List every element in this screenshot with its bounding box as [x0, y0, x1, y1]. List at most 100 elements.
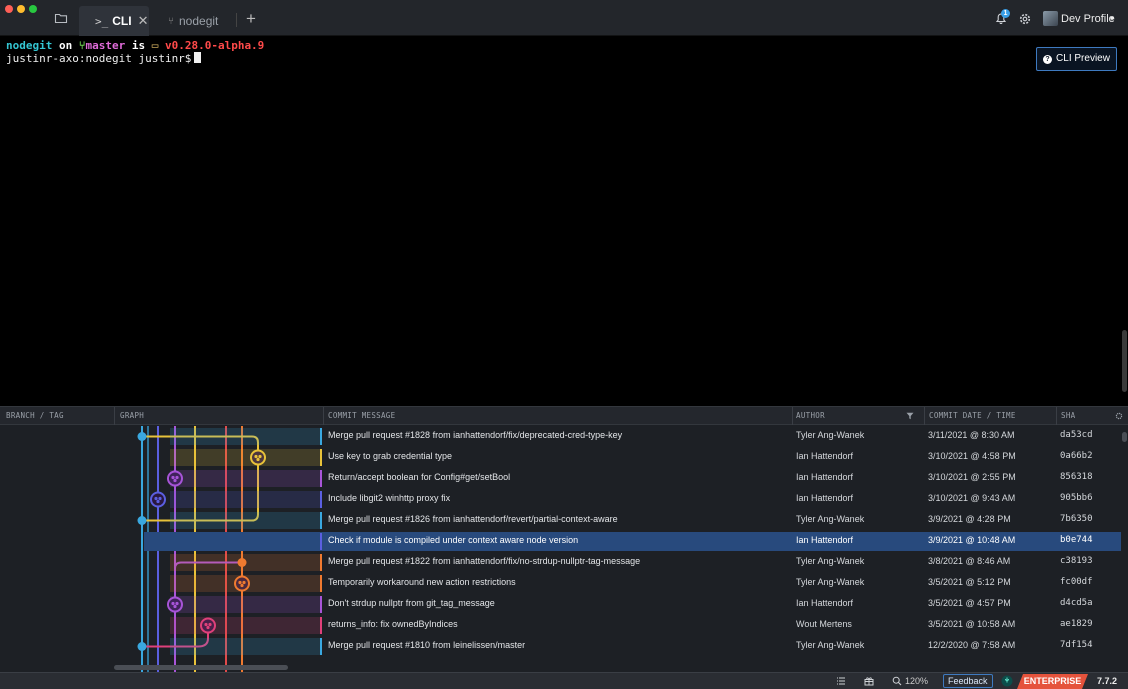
header-graph[interactable]: GRAPH — [120, 407, 144, 425]
notification-badge: 1 — [1001, 9, 1010, 18]
help-icon: ? — [1043, 54, 1053, 64]
commit-message: Temporarily workaround new action restri… — [328, 577, 516, 587]
graph-horizontal-scrollbar[interactable] — [114, 665, 288, 670]
branch-color-marker — [320, 533, 322, 550]
commit-row[interactable]: Use key to grab credential type Ian Hatte… — [0, 447, 1128, 468]
branch-lane-stripe — [170, 470, 320, 487]
cli-preview-label: CLI Preview — [1056, 53, 1110, 64]
header-commit-message[interactable]: COMMIT MESSAGE — [328, 407, 395, 425]
branch-color-marker — [320, 638, 322, 655]
tab-nodegit[interactable]: ⑂ nodegit — [166, 6, 238, 36]
header-branch-tag[interactable]: BRANCH / TAG — [6, 407, 64, 425]
commit-author: Tyler Ang-Wanek — [796, 577, 865, 587]
commit-row[interactable]: Merge pull request #1826 from ianhattend… — [0, 510, 1128, 531]
commit-row[interactable]: Merge pull request #1810 from leinelisse… — [0, 636, 1128, 657]
zoom-window-button[interactable] — [29, 5, 37, 13]
close-window-button[interactable] — [5, 5, 13, 13]
tab-cli-label: CLI — [112, 14, 132, 28]
commit-date: 3/8/2021 @ 8:46 AM — [928, 556, 1011, 566]
branch-lane-stripe — [170, 575, 320, 592]
commit-date: 3/11/2021 @ 8:30 AM — [928, 430, 1015, 440]
header-sha[interactable]: SHA — [1061, 407, 1075, 425]
column-divider[interactable] — [792, 407, 793, 425]
terminal[interactable]: nodegit on ⑂master is ▭ v0.28.0-alpha.9 … — [0, 37, 1128, 406]
commit-sha: 0a66b2 — [1060, 451, 1093, 461]
commit-message: Don't strdup nullptr from git_tag_messag… — [328, 598, 495, 608]
list-icon[interactable] — [836, 676, 846, 686]
commit-message: Use key to grab credential type — [328, 451, 453, 461]
commit-date: 3/9/2021 @ 10:48 AM — [928, 535, 1016, 545]
commit-message: Check if module is compiled under contex… — [328, 535, 579, 545]
branch-color-marker — [320, 512, 322, 529]
commit-author: Ian Hattendorf — [796, 493, 854, 503]
terminal-status-line: nodegit on ⑂master is ▭ v0.28.0-alpha.9 — [6, 40, 264, 52]
terminal-is-text: is — [131, 39, 146, 52]
branch-lane-stripe — [170, 638, 320, 655]
gear-icon[interactable] — [1018, 12, 1032, 26]
branch-color-marker — [320, 554, 322, 571]
commit-row[interactable]: Merge pull request #1822 from ianhattend… — [0, 552, 1128, 573]
header-commit-date[interactable]: COMMIT DATE / TIME — [929, 407, 1016, 425]
commit-date: 3/5/2021 @ 4:57 PM — [928, 598, 1011, 608]
commit-author: Ian Hattendorf — [796, 598, 854, 608]
commit-row[interactable]: returns_info: fix ownedByIndices Wout Mer… — [0, 615, 1128, 636]
avatar[interactable] — [1043, 11, 1058, 26]
column-divider[interactable] — [1056, 407, 1057, 425]
commit-date: 3/5/2021 @ 5:12 PM — [928, 577, 1011, 587]
commit-author: Ian Hattendorf — [796, 472, 854, 482]
commit-row[interactable]: Check if module is compiled under contex… — [0, 531, 1128, 552]
commit-message: returns_info: fix ownedByIndices — [328, 619, 458, 629]
commit-date: 12/2/2020 @ 7:58 AM — [928, 640, 1016, 650]
commit-sha: c38193 — [1060, 556, 1093, 566]
commit-author: Wout Mertens — [796, 619, 852, 629]
commit-list-scrollbar[interactable] — [1122, 432, 1127, 442]
column-divider[interactable] — [924, 407, 925, 425]
commit-author: Tyler Ang-Wanek — [796, 514, 865, 524]
commit-author: Tyler Ang-Wanek — [796, 556, 865, 566]
column-settings-icon[interactable] — [1115, 412, 1123, 420]
zoom-icon[interactable] — [892, 676, 902, 686]
branch-lane-stripe — [170, 428, 320, 445]
commit-row[interactable]: Don't strdup nullptr from git_tag_messag… — [0, 594, 1128, 615]
commit-row[interactable]: Merge pull request #1828 from ianhattend… — [0, 426, 1128, 447]
column-divider[interactable] — [323, 407, 324, 425]
commit-message: Return/accept boolean for Config#get/set… — [328, 472, 511, 482]
branch-lane-stripe — [170, 512, 320, 529]
column-divider[interactable] — [114, 407, 115, 425]
commit-row[interactable]: Return/accept boolean for Config#get/set… — [0, 468, 1128, 489]
gift-icon[interactable] — [864, 676, 874, 686]
close-tab-icon[interactable]: ✕ — [138, 13, 149, 29]
commit-row[interactable]: Temporarily workaround new action restri… — [0, 573, 1128, 594]
add-tab-button[interactable]: + — [246, 9, 256, 29]
chevron-down-icon[interactable]: ▾ — [1110, 14, 1114, 23]
folder-icon[interactable] — [54, 11, 68, 25]
terminal-scrollbar[interactable] — [1122, 330, 1127, 392]
header-author[interactable]: AUTHOR — [796, 407, 825, 425]
commit-row[interactable]: Include libgit2 winhttp proxy fix Ian Hat… — [0, 489, 1128, 510]
cli-preview-button[interactable]: ? CLI Preview — [1036, 47, 1117, 71]
branch-lane-stripe — [170, 596, 320, 613]
terminal-icon: >_ — [95, 14, 109, 28]
commit-date: 3/9/2021 @ 4:28 PM — [928, 514, 1011, 524]
package-icon: ▭ — [151, 39, 159, 52]
feedback-button[interactable]: Feedback — [943, 674, 993, 688]
branch-color-marker — [320, 617, 322, 634]
commit-message: Include libgit2 winhttp proxy fix — [328, 493, 451, 503]
filter-icon[interactable] — [906, 412, 914, 420]
zoom-level[interactable]: 120% — [905, 676, 928, 686]
commit-author: Ian Hattendorf — [796, 535, 854, 545]
terminal-on-text: on — [58, 39, 73, 52]
commit-sha: da53cd — [1060, 430, 1093, 440]
branch-lane-stripe — [170, 449, 320, 466]
commit-message: Merge pull request #1822 from ianhattend… — [328, 556, 641, 566]
branch-color-marker — [320, 470, 322, 487]
commit-date: 3/10/2021 @ 2:55 PM — [928, 472, 1016, 482]
commit-sha: 7df154 — [1060, 640, 1093, 650]
edition-badge: ENTERPRISE — [1017, 674, 1088, 689]
branch-lane-stripe — [170, 491, 320, 508]
minimize-window-button[interactable] — [17, 5, 25, 13]
gitkraken-icon[interactable] — [1001, 675, 1013, 687]
tab-cli[interactable]: >_ CLI ✕ — [79, 6, 149, 36]
branch-lane-stripe — [170, 554, 320, 571]
profile-name[interactable]: Dev Profile — [1061, 13, 1115, 25]
